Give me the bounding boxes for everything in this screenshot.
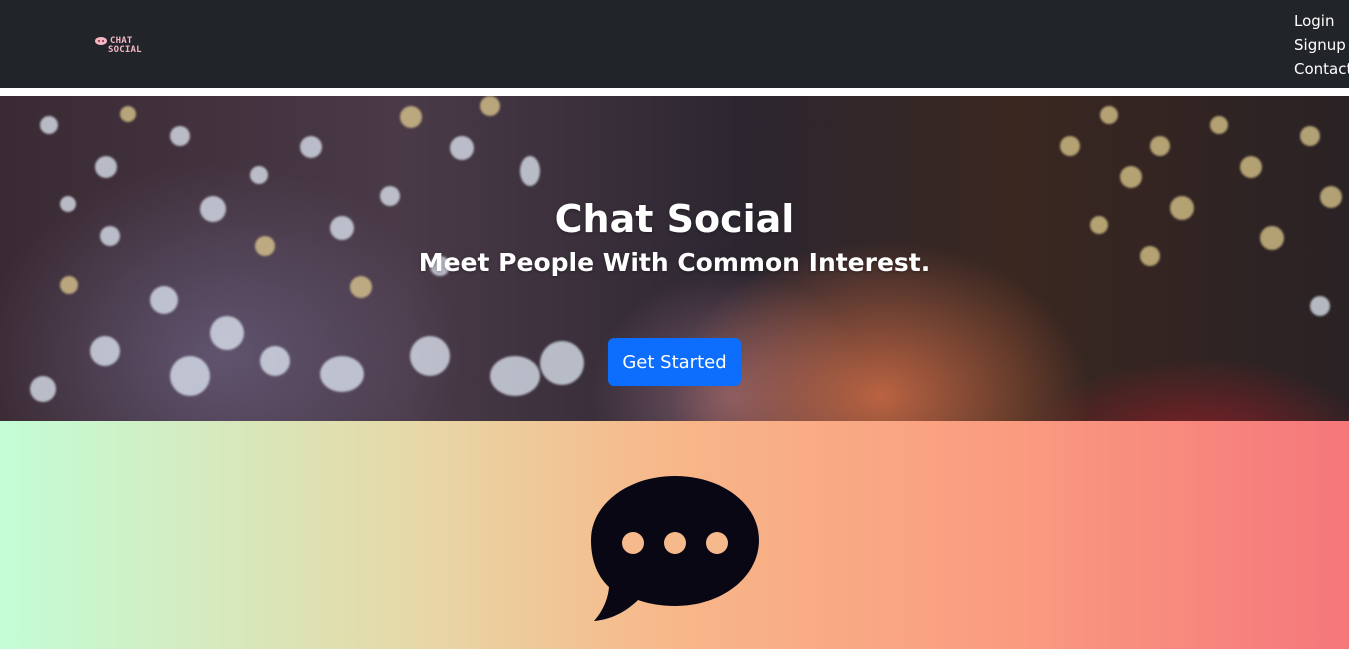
hero-subtitle: Meet People With Common Interest. [418, 247, 931, 277]
hero-banner: Chat Social Meet People With Common Inte… [0, 96, 1349, 421]
navbar: CHAT SOCIAL Login Signup Contact [0, 0, 1349, 88]
logo-bubble-icon [95, 37, 107, 45]
nav-links: Login Signup Contact [1294, 9, 1349, 81]
feature-section [0, 421, 1349, 649]
get-started-button[interactable]: Get Started [608, 338, 741, 386]
chat-bubble-icon [591, 476, 759, 621]
nav-link-signup[interactable]: Signup [1294, 33, 1349, 57]
nav-link-contact[interactable]: Contact [1294, 57, 1349, 81]
nav-link-login[interactable]: Login [1294, 9, 1349, 33]
logo-text-line2: SOCIAL [108, 45, 142, 55]
logo[interactable]: CHAT SOCIAL [95, 34, 143, 58]
hero-title: Chat Social [554, 197, 795, 242]
